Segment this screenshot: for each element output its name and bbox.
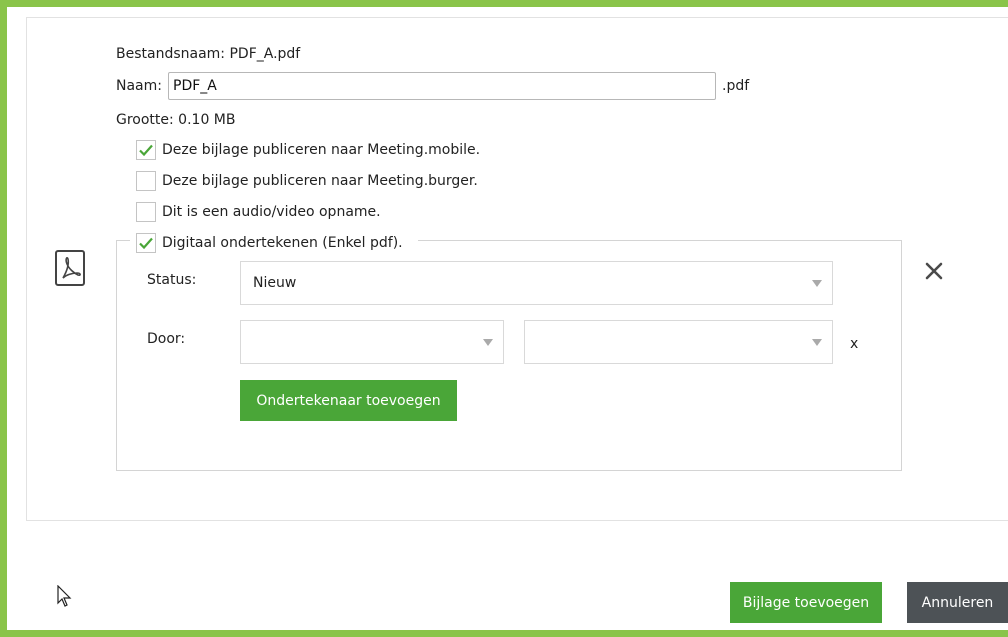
cancel-button[interactable]: Annuleren xyxy=(907,582,1008,623)
signer-select-2[interactable] xyxy=(524,320,833,364)
digital-sign-checkbox[interactable] xyxy=(136,233,156,253)
chevron-down-icon xyxy=(483,339,493,346)
audio-video-label: Dit is een audio/video opname. xyxy=(162,204,381,220)
close-icon[interactable] xyxy=(924,261,944,281)
pdf-file-icon xyxy=(53,249,87,287)
add-signer-button[interactable]: Ondertekenaar toevoegen xyxy=(240,380,457,421)
extension-text: .pdf xyxy=(722,78,750,94)
name-label: Naam: xyxy=(116,78,162,94)
remove-signer-button[interactable]: x xyxy=(850,336,858,352)
publish-mobile-label: Deze bijlage publiceren naar Meeting.mob… xyxy=(162,142,481,158)
signer-select-1[interactable] xyxy=(240,320,504,364)
checkmark-icon xyxy=(139,144,153,157)
add-attachment-button[interactable]: Bijlage toevoegen xyxy=(730,582,882,623)
digital-sign-label: Digitaal ondertekenen (Enkel pdf). xyxy=(162,235,403,251)
size-text: Grootte: 0.10 MB xyxy=(116,112,236,128)
by-label: Door: xyxy=(147,331,186,347)
status-value: Nieuw xyxy=(253,275,297,291)
mouse-pointer-icon xyxy=(57,584,73,609)
status-label: Status: xyxy=(147,272,197,288)
publish-burger-label: Deze bijlage publiceren naar Meeting.bur… xyxy=(162,173,478,189)
checkmark-icon xyxy=(139,237,153,250)
chevron-down-icon xyxy=(812,339,822,346)
publish-burger-checkbox[interactable] xyxy=(136,171,156,191)
chevron-down-icon xyxy=(812,280,822,287)
publish-mobile-checkbox[interactable] xyxy=(136,140,156,160)
name-input[interactable] xyxy=(168,72,716,100)
filename-text: Bestandsnaam: PDF_A.pdf xyxy=(116,46,301,62)
status-select[interactable]: Nieuw xyxy=(240,261,833,305)
audio-video-checkbox[interactable] xyxy=(136,202,156,222)
